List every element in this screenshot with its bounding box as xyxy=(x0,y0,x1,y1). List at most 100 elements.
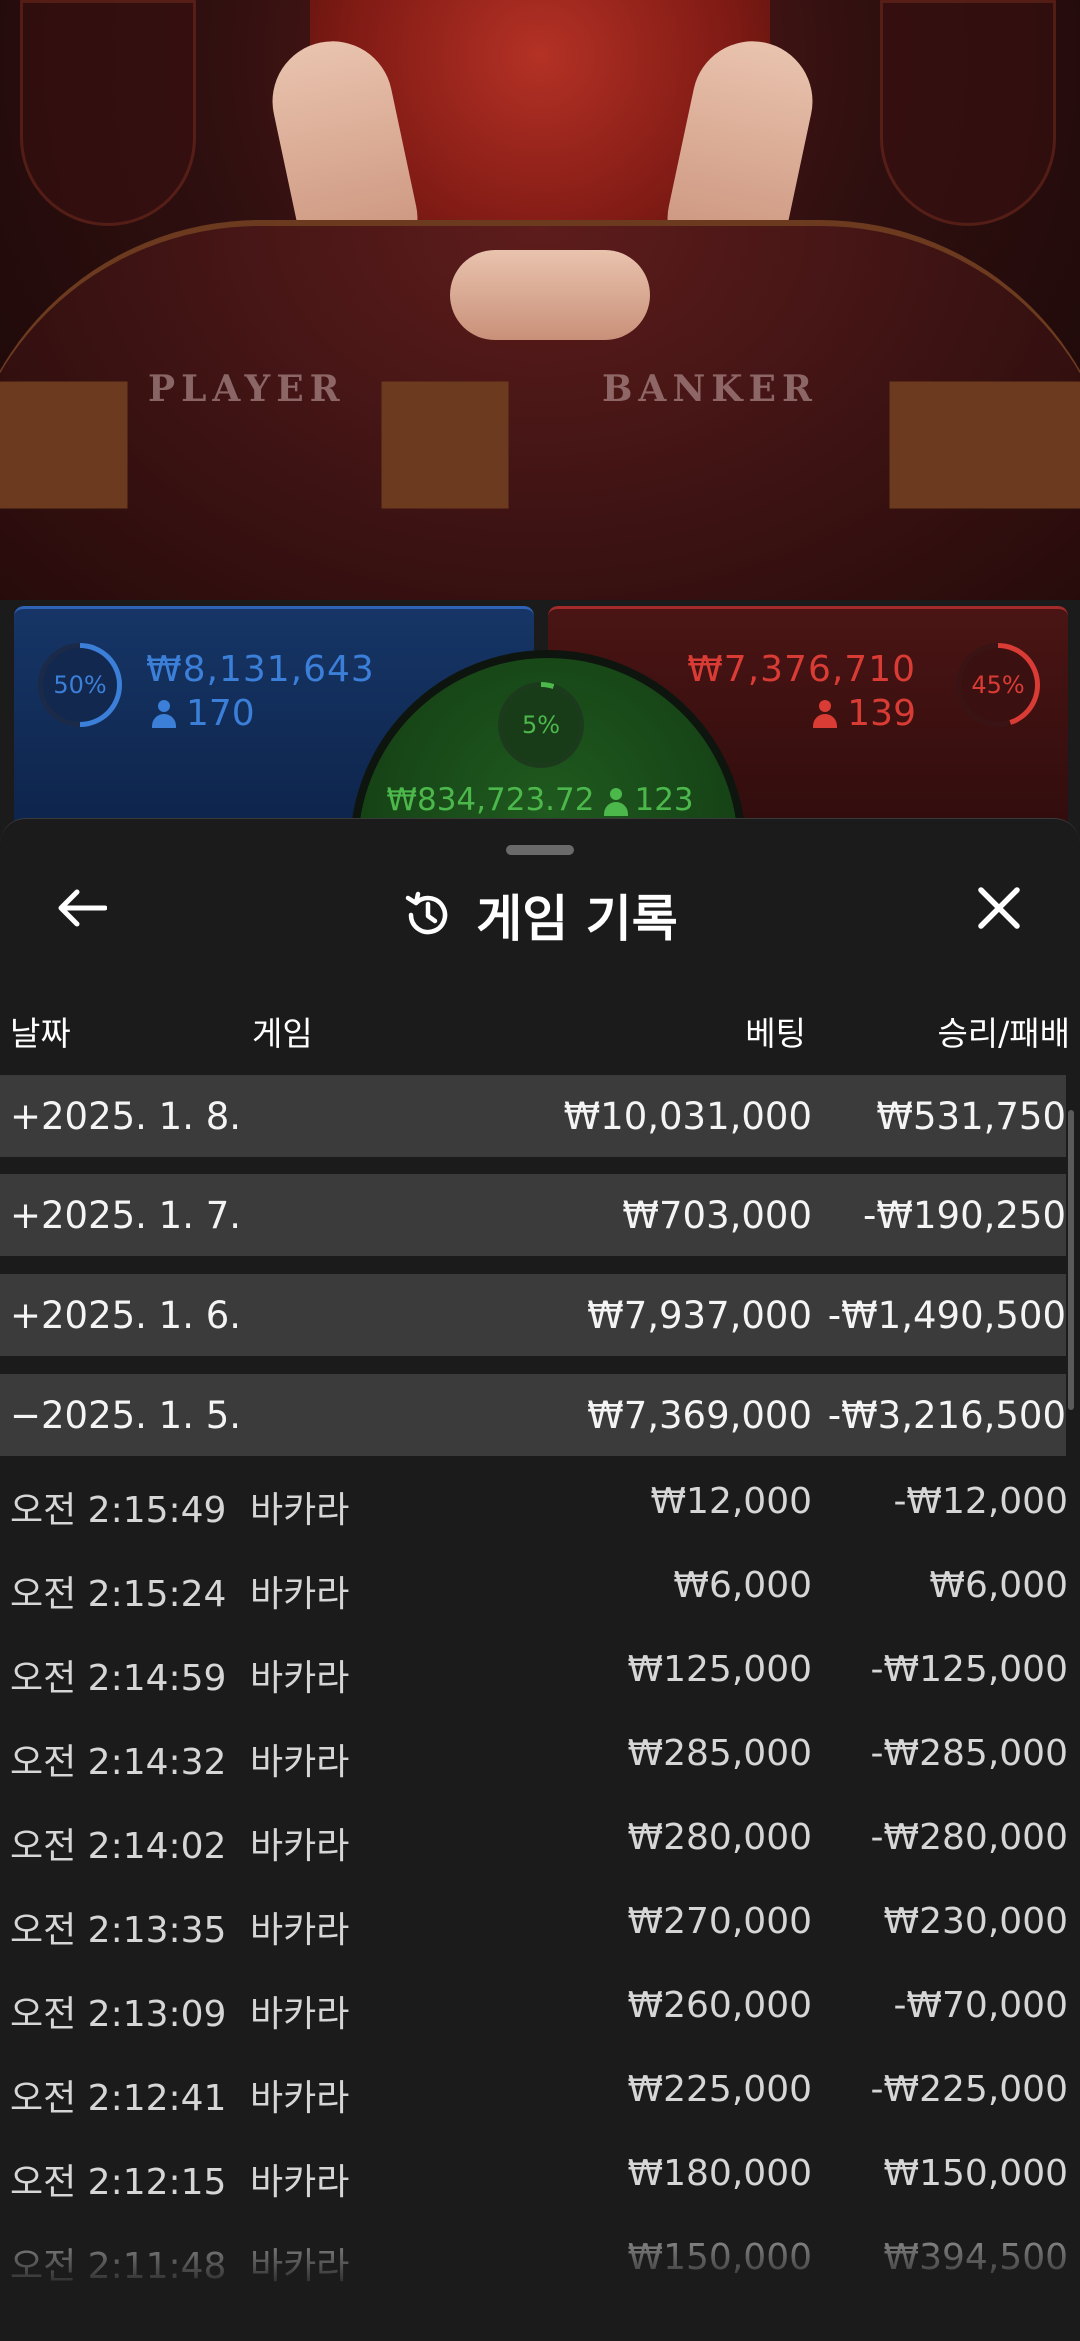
game-time: 오전 2:15:24 xyxy=(10,1574,227,1615)
person-icon xyxy=(152,699,176,728)
column-header-date: 날짜 xyxy=(10,1014,71,1053)
game-time: 오전 2:14:59 xyxy=(10,1658,227,1699)
person-icon xyxy=(604,788,629,816)
game-row[interactable]: 오전 2:14:02 바카라 ₩280,000 -₩280,000 xyxy=(0,1817,1080,1873)
player-bettor-count: 170 xyxy=(152,693,255,734)
game-time: 오전 2:11:48 xyxy=(10,2246,227,2287)
sheet-header: 게임 기록 xyxy=(0,879,1080,951)
game-result: -₩12,000 xyxy=(893,1481,1068,1522)
history-icon xyxy=(406,891,448,935)
game-name: 바카라 xyxy=(250,2078,350,2119)
day-bet: ₩7,369,000 xyxy=(587,1393,812,1437)
game-row[interactable]: 오전 2:12:15 바카라 ₩180,000 ₩150,000 xyxy=(0,2153,1080,2209)
game-time: 오전 2:14:02 xyxy=(10,1826,227,1867)
game-row[interactable]: 오전 2:14:59 바카라 ₩125,000 -₩125,000 xyxy=(0,1649,1080,1705)
game-bet: ₩225,000 xyxy=(627,2069,812,2110)
close-icon xyxy=(978,887,1020,929)
game-bet: ₩285,000 xyxy=(627,1733,812,1774)
game-row[interactable]: 오전 2:15:49 바카라 ₩12,000 -₩12,000 xyxy=(0,1481,1080,1537)
tie-bet-amount: ₩834,723.72 xyxy=(386,782,595,818)
game-name: 바카라 xyxy=(250,1826,350,1867)
game-result: ₩150,000 xyxy=(883,2153,1068,2194)
game-bet: ₩270,000 xyxy=(627,1901,812,1942)
banker-count-value: 139 xyxy=(847,693,916,734)
player-count-value: 170 xyxy=(186,693,255,734)
sheet-drag-handle[interactable] xyxy=(506,845,574,855)
game-result: ₩6,000 xyxy=(929,1565,1068,1606)
game-row[interactable]: 오전 2:14:32 바카라 ₩285,000 -₩285,000 xyxy=(0,1733,1080,1789)
day-date: −2025. 1. 5. xyxy=(10,1393,242,1437)
game-name: 바카라 xyxy=(250,1490,350,1531)
game-row[interactable]: 오전 2:11:48 바카라 ₩150,000 ₩394,500 xyxy=(0,2237,1080,2293)
game-result: -₩285,000 xyxy=(870,1733,1068,1774)
game-name: 바카라 xyxy=(250,1994,350,2035)
game-result: -₩225,000 xyxy=(870,2069,1068,2110)
game-bet: ₩6,000 xyxy=(673,1565,812,1606)
game-bet: ₩280,000 xyxy=(627,1817,812,1858)
day-result: -₩190,250 xyxy=(863,1193,1066,1237)
game-time: 오전 2:15:49 xyxy=(10,1490,227,1531)
scrollbar[interactable] xyxy=(1068,1110,1074,1410)
tie-count-value: 123 xyxy=(634,782,694,818)
close-button[interactable] xyxy=(966,875,1032,941)
tie-percent-ring: 5% xyxy=(498,682,584,768)
day-row[interactable]: −2025. 1. 5. ₩7,369,000 -₩3,216,500 xyxy=(0,1374,1066,1456)
game-name: 바카라 xyxy=(250,1742,350,1783)
game-time: 오전 2:12:41 xyxy=(10,2078,227,2119)
game-row[interactable]: 오전 2:15:24 바카라 ₩6,000 ₩6,000 xyxy=(0,1565,1080,1621)
day-date: +2025. 1. 7. xyxy=(10,1193,242,1237)
game-bet: ₩125,000 xyxy=(627,1649,812,1690)
game-time: 오전 2:14:32 xyxy=(10,1742,227,1783)
day-result: -₩3,216,500 xyxy=(827,1393,1066,1437)
game-time: 오전 2:13:35 xyxy=(10,1910,227,1951)
person-icon xyxy=(813,699,838,728)
game-name: 바카라 xyxy=(250,1658,350,1699)
banker-percent: 45% xyxy=(961,648,1035,722)
game-row[interactable]: 오전 2:12:41 바카라 ₩225,000 -₩225,000 xyxy=(0,2069,1080,2125)
banker-bet-amount: ₩7,376,710 xyxy=(687,649,916,690)
game-name: 바카라 xyxy=(250,2246,350,2287)
game-result: ₩394,500 xyxy=(883,2237,1068,2278)
day-bet: ₩703,000 xyxy=(622,1193,812,1237)
player-bet-amount: ₩8,131,643 xyxy=(146,649,375,690)
game-time: 오전 2:12:15 xyxy=(10,2162,227,2203)
player-percent: 50% xyxy=(43,648,117,722)
game-bet: ₩12,000 xyxy=(650,1481,812,1522)
banker-table-label: BANKER xyxy=(602,368,818,410)
game-bet: ₩260,000 xyxy=(627,1985,812,2026)
wall-panel xyxy=(880,0,1056,226)
player-table-label: PLAYER xyxy=(148,368,346,410)
day-result: -₩1,490,500 xyxy=(827,1293,1066,1337)
game-name: 바카라 xyxy=(250,2162,350,2203)
column-header-bet: 베팅 xyxy=(745,1014,806,1053)
tie-percent: 5% xyxy=(503,687,579,763)
game-row[interactable]: 오전 2:13:09 바카라 ₩260,000 -₩70,000 xyxy=(0,1985,1080,2041)
column-header-game: 게임 xyxy=(252,1014,313,1053)
game-row[interactable]: 오전 2:13:35 바카라 ₩270,000 ₩230,000 xyxy=(0,1901,1080,1957)
day-row[interactable]: +2025. 1. 6. ₩7,937,000 -₩1,490,500 xyxy=(0,1274,1066,1356)
day-bet: ₩10,031,000 xyxy=(563,1094,812,1138)
game-result: -₩70,000 xyxy=(893,1985,1068,2026)
game-result: ₩230,000 xyxy=(883,1901,1068,1942)
page-title: 게임 기록 xyxy=(476,890,678,948)
banker-bettor-count: 139 xyxy=(813,693,916,734)
day-result: ₩531,750 xyxy=(876,1094,1066,1138)
game-result: -₩280,000 xyxy=(870,1817,1068,1858)
game-bet: ₩150,000 xyxy=(627,2237,812,2278)
game-time: 오전 2:13:09 xyxy=(10,1994,227,2035)
dealer-hands xyxy=(450,250,650,340)
day-bet: ₩7,937,000 xyxy=(587,1293,812,1337)
game-bet: ₩180,000 xyxy=(627,2153,812,2194)
game-history-sheet: 게임 기록 날짜 게임 베팅 승리/패배 +2025. 1. 8. ₩10,03… xyxy=(0,818,1080,2341)
day-row[interactable]: +2025. 1. 7. ₩703,000 -₩190,250 xyxy=(0,1174,1066,1256)
player-percent-ring: 50% xyxy=(38,643,122,727)
day-date: +2025. 1. 6. xyxy=(10,1293,242,1337)
live-video: PLAYER BANKER xyxy=(0,0,1080,600)
game-name: 바카라 xyxy=(250,1574,350,1615)
wall-panel xyxy=(20,0,196,226)
column-header-result: 승리/패배 xyxy=(937,1014,1070,1053)
game-result: -₩125,000 xyxy=(870,1649,1068,1690)
game-name: 바카라 xyxy=(250,1910,350,1951)
day-row[interactable]: +2025. 1. 8. ₩10,031,000 ₩531,750 xyxy=(0,1075,1066,1157)
banker-percent-ring: 45% xyxy=(956,643,1040,727)
